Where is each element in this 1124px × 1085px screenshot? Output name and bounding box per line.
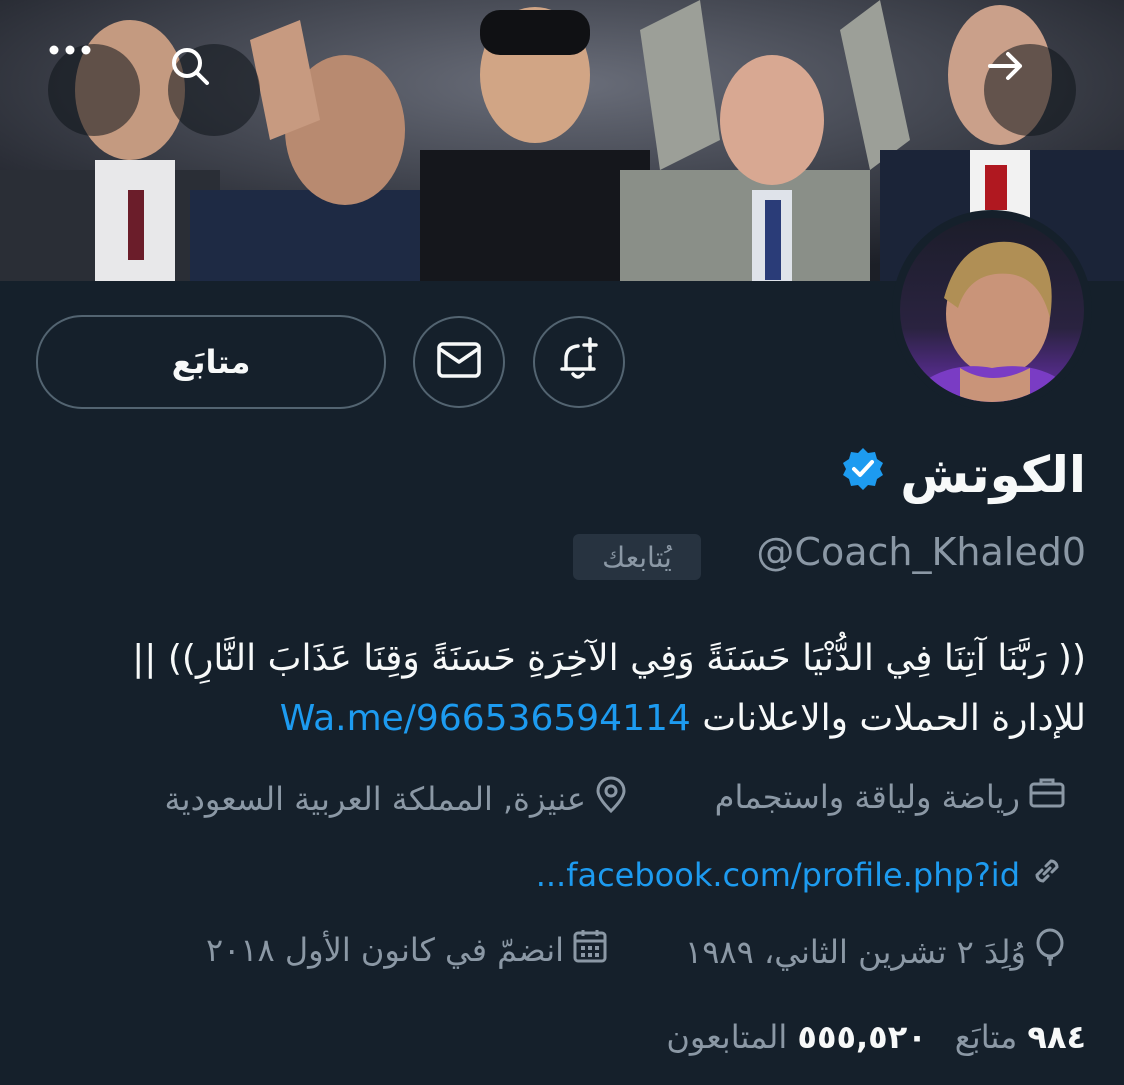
following-button[interactable]: متابَع <box>36 315 386 409</box>
following-label: متابَع <box>954 1018 1018 1056</box>
verified-badge-icon <box>840 446 886 504</box>
search-button[interactable] <box>168 44 260 136</box>
bell-plus-icon <box>554 335 604 389</box>
profile-birthday: وُلِدَ ٢ تشرين الثاني، ١٩٨٩ <box>685 928 1066 976</box>
display-name: الكوتش <box>900 446 1086 504</box>
link-icon <box>1028 852 1066 898</box>
joined-text: انضمّ في كانون الأول ٢٠١٨ <box>205 931 564 969</box>
bio-line-1: (( رَبَّنَا آتِنَا فِي الدُّنْيَا حَسَنَ… <box>132 638 1086 679</box>
envelope-icon <box>435 340 483 384</box>
location-pin-icon <box>594 776 628 822</box>
more-button[interactable] <box>48 44 140 136</box>
profile-location: عنيزة, المملكة العربية السعودية <box>165 776 629 822</box>
category-text: رياضة ولياقة واستجمام <box>714 778 1020 816</box>
profile-category: رياضة ولياقة واستجمام <box>715 776 1066 818</box>
followers-count: ٥٥٥,٥٢٠ <box>797 1018 927 1056</box>
birthday-text: وُلِدَ ٢ تشرين الثاني، ١٩٨٩ <box>685 933 1026 971</box>
followers-stat[interactable]: ٥٥٥,٥٢٠ المتابعون <box>666 1018 926 1056</box>
bio-link[interactable]: Wa.me/966536594114 <box>280 698 691 739</box>
bio-line-2: للإدارة الحملات والاعلانات Wa.me/9665365… <box>26 690 1086 748</box>
notifications-button[interactable] <box>533 316 625 408</box>
briefcase-icon <box>1028 776 1066 818</box>
follow-stats: ٩٨٤ متابَع ٥٥٥,٥٢٠ المتابعون <box>666 1018 1086 1056</box>
profile-joined: انضمّ في كانون الأول ٢٠١٨ <box>206 928 608 972</box>
message-button[interactable] <box>413 316 505 408</box>
bio-text: للإدارة الحملات والاعلانات <box>702 698 1086 739</box>
profile-name: الكوتش <box>840 446 1086 504</box>
calendar-icon <box>572 928 608 972</box>
following-stat[interactable]: ٩٨٤ متابَع <box>955 1018 1086 1056</box>
profile-website[interactable]: facebook.com/profile.php?id... <box>536 852 1066 898</box>
profile-handle: @Coach_Khaled0 <box>756 530 1086 574</box>
back-button[interactable] <box>984 44 1076 136</box>
avatar <box>900 218 1084 402</box>
followers-label: المتابعون <box>666 1018 788 1056</box>
website-link[interactable]: facebook.com/profile.php?id... <box>536 856 1020 894</box>
balloon-icon <box>1034 928 1066 976</box>
following-count: ٩٨٤ <box>1027 1018 1086 1056</box>
location-text: عنيزة, المملكة العربية السعودية <box>164 780 587 818</box>
following-button-label: متابَع <box>171 343 251 381</box>
follows-you-badge: يُتابعك <box>573 534 701 580</box>
avatar-frame[interactable] <box>892 210 1092 410</box>
